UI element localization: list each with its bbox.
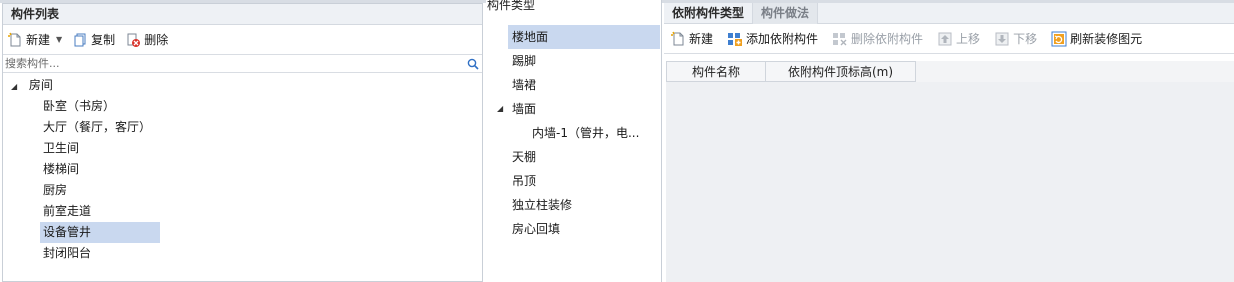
tree-item[interactable]: 大厅（餐厅，客厅） (3, 117, 482, 138)
type-item[interactable]: 房心回填 (486, 217, 661, 241)
type-item-label: 房心回填 (512, 222, 561, 236)
type-item-label: 独立柱装修 (512, 198, 573, 212)
type-item-selected[interactable]: 楼地面 (486, 25, 661, 49)
delete-component-icon (832, 31, 848, 47)
tree-item-label: 封闭阳台 (43, 246, 92, 260)
component-tree: ◢ 房间 卧室（书房） 大厅（餐厅，客厅） 卫生间 楼梯间 厨房 前室走道 设备… (3, 73, 482, 264)
delete-attached-label: 删除依附构件 (851, 32, 924, 46)
new-attached-button[interactable]: 新建 (670, 28, 719, 50)
component-type-title: 构件类型 (487, 0, 536, 12)
tree-item-label: 大厅（餐厅，客厅） (43, 120, 152, 134)
tree-item-label: 楼梯间 (43, 162, 80, 176)
tree-root-rooms[interactable]: ◢ 房间 (3, 75, 482, 96)
add-attached-button[interactable]: 添加依附构件 (727, 28, 824, 50)
new-file-icon (670, 31, 686, 47)
move-down-label: 下移 (1013, 32, 1038, 46)
tree-root-label: 房间 (28, 78, 53, 92)
arrow-down-icon (994, 31, 1010, 47)
copy-component-button[interactable]: 复制 (72, 29, 121, 51)
tab-component-method[interactable]: 构件做法 (753, 3, 819, 24)
tree-item[interactable]: 卧室（书房） (3, 96, 482, 117)
add-component-icon (727, 31, 743, 47)
refresh-decoration-label: 刷新装修图元 (1070, 32, 1143, 46)
type-subitem-label: 内墙-1（管井，电... (532, 126, 640, 140)
arrow-up-icon (937, 31, 953, 47)
type-item-label: 吊顶 (512, 174, 537, 188)
component-list-title: 构件列表 (3, 4, 482, 25)
tree-item[interactable]: 楼梯间 (3, 159, 482, 180)
new-attached-label: 新建 (689, 32, 714, 46)
component-search-input[interactable] (3, 55, 464, 72)
move-up-button[interactable]: 上移 (937, 28, 986, 50)
expanded-triangle-icon[interactable]: ◢ (497, 97, 503, 121)
type-item-label: 楼地面 (508, 25, 660, 49)
type-subitem[interactable]: 内墙-1（管井，电... (486, 121, 661, 145)
type-item-wall[interactable]: ◢ 墙面 (486, 97, 661, 121)
new-component-button[interactable]: 新建 ▼ (7, 29, 68, 51)
move-up-label: 上移 (956, 32, 981, 46)
move-down-button[interactable]: 下移 (994, 28, 1043, 50)
type-item[interactable]: 吊顶 (486, 169, 661, 193)
copy-icon (72, 32, 88, 48)
tree-item[interactable]: 卫生间 (3, 138, 482, 159)
copy-component-label: 复制 (91, 33, 116, 47)
refresh-decoration-button[interactable]: 刷新装修图元 (1051, 28, 1148, 50)
component-list-panel: 构件列表 新建 ▼ 复制 删除 ◢ 房间 (2, 3, 483, 282)
column-header-top-elevation[interactable]: 依附构件顶标高(m) (766, 61, 916, 82)
new-file-icon (7, 32, 23, 48)
delete-attached-button[interactable]: 删除依附构件 (832, 28, 929, 50)
tree-item-label: 设备管井 (40, 222, 160, 243)
type-item[interactable]: 墙裙 (486, 73, 661, 97)
add-attached-label: 添加依附构件 (746, 32, 819, 46)
column-header-name[interactable]: 构件名称 (666, 61, 766, 82)
tree-item-label: 卧室（书房） (43, 99, 116, 113)
attached-toolbar: 新建 添加依附构件 删除依附构件 上移 下移 刷新装修图元 (664, 24, 1234, 54)
tree-item[interactable]: 厨房 (3, 180, 482, 201)
type-item-label: 墙裙 (512, 78, 537, 92)
type-item[interactable]: 天棚 (486, 145, 661, 169)
type-item-label: 天棚 (512, 150, 537, 164)
refresh-icon (1051, 31, 1067, 47)
tree-item[interactable]: 前室走道 (3, 201, 482, 222)
new-component-label: 新建 (26, 33, 51, 47)
delete-icon (125, 32, 141, 48)
tab-attached-types[interactable]: 依附构件类型 (664, 3, 754, 24)
delete-component-label: 删除 (144, 33, 169, 47)
grid-header: 构件名称 依附构件顶标高(m) (666, 61, 1234, 82)
delete-component-button[interactable]: 删除 (125, 29, 174, 51)
component-type-panel: 构件类型 楼地面 踢脚 墙裙 ◢ 墙面 内墙-1（管井，电... 天棚 吊顶 独… (486, 0, 662, 282)
component-list-toolbar: 新建 ▼ 复制 删除 (3, 25, 482, 55)
tree-item[interactable]: 封闭阳台 (3, 243, 482, 264)
type-item-label: 墙面 (512, 102, 537, 116)
type-item[interactable]: 独立柱装修 (486, 193, 661, 217)
tree-item-label: 前室走道 (43, 204, 92, 218)
type-item-label: 踢脚 (512, 54, 537, 68)
tree-item-label: 厨房 (43, 183, 68, 197)
tree-item-label: 卫生间 (43, 141, 80, 155)
search-icon[interactable] (464, 55, 482, 72)
component-type-list: 楼地面 踢脚 墙裙 ◢ 墙面 内墙-1（管井，电... 天棚 吊顶 独立柱装修 … (486, 25, 661, 241)
type-item[interactable]: 踢脚 (486, 49, 661, 73)
chevron-down-icon[interactable]: ▼ (56, 35, 62, 44)
attached-grid: 构件名称 依附构件顶标高(m) (666, 61, 1234, 282)
component-search-bar (3, 55, 482, 73)
expanded-triangle-icon[interactable]: ◢ (11, 76, 25, 97)
tree-item-selected[interactable]: 设备管井 (3, 222, 482, 243)
attached-component-panel: 依附构件类型 构件做法 新建 添加依附构件 删除依附构件 上移 下移 刷新装修图… (664, 3, 1234, 282)
attached-tabs: 依附构件类型 构件做法 (664, 3, 1234, 24)
